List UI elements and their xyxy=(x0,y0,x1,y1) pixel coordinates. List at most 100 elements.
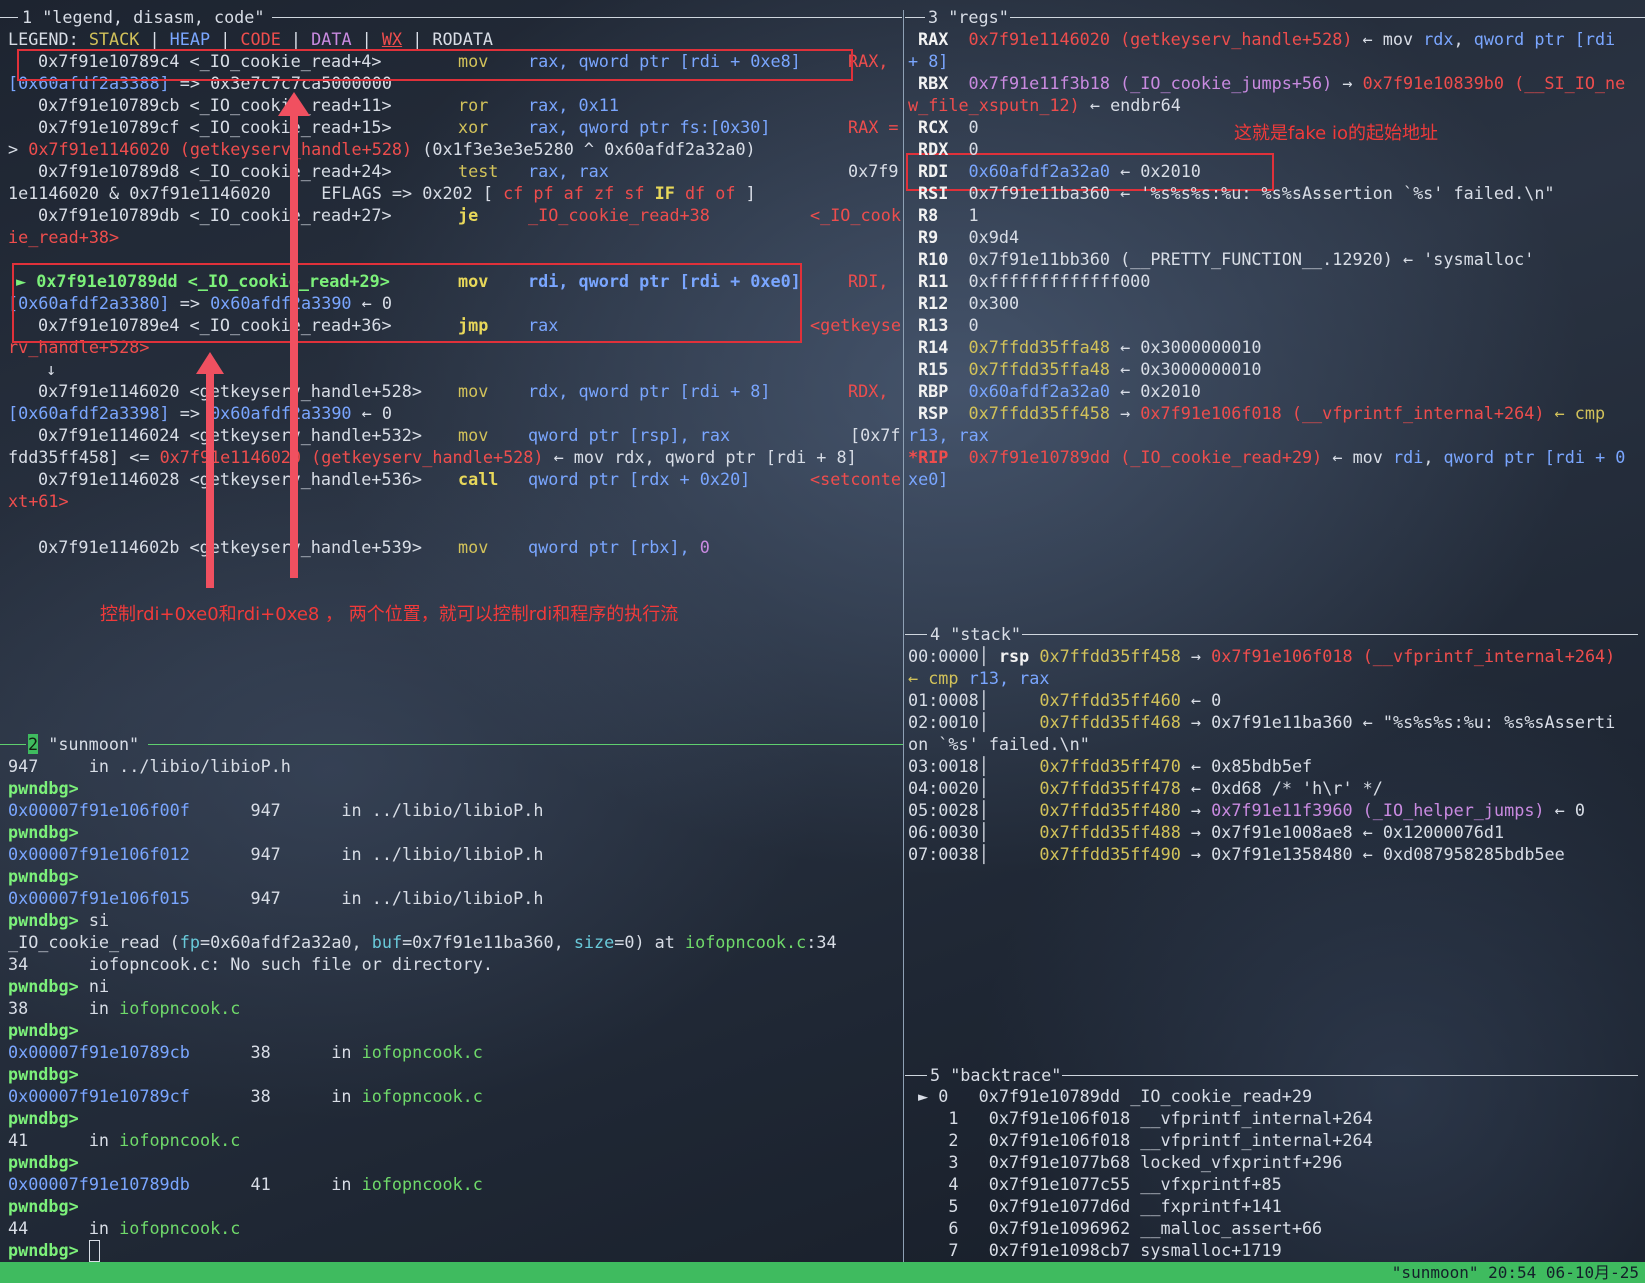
prompt: pwndbg> xyxy=(8,822,79,842)
address: 0x00007f91e10789cb xyxy=(8,1042,190,1062)
reg-value: 1 xyxy=(968,205,979,225)
address: 0x00007f91e10789cf xyxy=(8,1086,190,1106)
instr-tail: RAX = xyxy=(848,116,899,138)
disasm-line[interactable]: 0x7f91e1146024 <getkeyserv_handle+532> xyxy=(38,424,422,446)
frame-index: 0 xyxy=(938,1086,949,1106)
stack-row[interactable]: 05:0028│ 0x7ffdd35ff480 → 0x7f91e11f3960… xyxy=(908,799,1585,821)
reg-value: 0x7f91e11bb360 (__PRETTY_FUNCTION__.1292… xyxy=(968,249,1393,269)
stack-row[interactable]: 01:0008│ 0x7ffdd35ff460 ← 0 xyxy=(908,689,1221,711)
in-text: 41 in xyxy=(8,1130,120,1150)
source-file: iofopncook.c xyxy=(361,1174,483,1194)
reg-name: R11 xyxy=(918,271,949,291)
instr-symbol: <getkeyserv_handle+536> xyxy=(179,469,422,489)
reg-deref: 0x7f91e10839b0 (__SI_IO_ne xyxy=(1362,73,1626,93)
reg-row-rsi[interactable]: RSI 0x7f91e11ba360 ← '%s%s%s:%u: %s%sAss… xyxy=(918,182,1555,204)
stack-value: 0x7f91e11f3960 (_IO_helper_jumps) xyxy=(1211,800,1545,820)
instr-opcode: xor xyxy=(458,116,488,138)
stack-row[interactable]: 04:0020│ 0x7ffdd35ff478 ← 0xd68 /* 'h\r'… xyxy=(908,777,1383,799)
command: ni xyxy=(78,976,110,996)
prompt: pwndbg> xyxy=(8,1240,79,1260)
instr-tail: RAX, xyxy=(848,50,888,72)
disasm-line[interactable]: 0x7f91e10789cb <_IO_cookie_read+11> xyxy=(38,94,392,116)
disasm-line[interactable]: 0x7f91e10789db <_IO_cookie_read+27> xyxy=(38,204,392,226)
arg-name: fp xyxy=(179,932,200,952)
reg-row-r8[interactable]: R8 1 xyxy=(918,204,979,226)
arg-value: =0) at xyxy=(614,932,685,952)
stack-cont: r13 xyxy=(968,668,999,688)
reg-cont: w_file_xsputn_12) xyxy=(908,95,1080,115)
legend-data: DATA xyxy=(311,29,352,49)
stack-row[interactable]: 06:0030│ 0x7ffdd35ff488 → 0x7f91e1008ae8… xyxy=(908,821,1504,843)
disasm-line[interactable]: 0x7f91e1146020 <getkeyserv_handle+528> xyxy=(38,380,422,402)
deref-instr: ← mov rdx, qword ptr [rdi + 8] xyxy=(543,447,857,467)
pane-title-stack[interactable]: 4 "stack" xyxy=(930,623,1021,645)
prompt: pwndbg> xyxy=(8,1108,79,1128)
reg-row-r14[interactable]: R14 0x7ffdd35ffa48 ← 0x3000000010 xyxy=(918,336,1262,358)
backtrace-frame[interactable]: 5 0x7f91e1077d6d __fxprintf+141 xyxy=(918,1195,1281,1217)
stack-row[interactable]: 02:0010│ 0x7ffdd35ff468 → 0x7f91e11ba360… xyxy=(908,711,1615,733)
reg-name: RDX xyxy=(918,139,949,159)
backtrace-frame[interactable]: 4 0x7f91e1077c55 __vfxprintf+85 xyxy=(918,1173,1281,1195)
backtrace-frame[interactable]: 1 0x7f91e106f018 __vfprintf_internal+264 xyxy=(918,1107,1372,1129)
pane-title-disasm[interactable]: 1 "legend, disasm, code" xyxy=(22,6,264,28)
frame-index: 6 xyxy=(948,1218,959,1238)
reg-row-r9[interactable]: R9 0x9d4 xyxy=(918,226,1019,248)
reg-row-rdi[interactable]: RDI 0x60afdf2a32a0 ← 0x2010 xyxy=(918,160,1201,182)
reg-deref: ← mov xyxy=(1322,447,1393,467)
pane-title-backtrace[interactable]: 5 "backtrace" xyxy=(930,1064,1061,1086)
prompt: pwndbg> xyxy=(8,1152,79,1172)
reg-cont: xe0] xyxy=(908,469,949,489)
stack-arrow: → xyxy=(1180,712,1212,732)
frame-index: 5 xyxy=(948,1196,959,1216)
pane-title-console[interactable]: 2 "sunmoon" xyxy=(28,733,139,755)
frame-address: 0x7f91e1098cb7 xyxy=(988,1240,1131,1260)
console-line: 0x00007f91e10789db 41 in iofopncook.c xyxy=(8,1173,483,1195)
frame-address: 0x7f91e10789dd xyxy=(978,1086,1121,1106)
stack-row[interactable]: 03:0018│ 0x7ffdd35ff470 ← 0x85bdb5ef xyxy=(908,755,1312,777)
backtrace-frame[interactable]: 6 0x7f91e1096962 __malloc_assert+66 xyxy=(918,1217,1322,1239)
reg-row-rax[interactable]: RAX 0x7f91e1146020 (getkeyserv_handle+52… xyxy=(918,28,1615,50)
reg-row-rbx[interactable]: RBX 0x7f91e11f3b18 (_IO_cookie_jumps+56)… xyxy=(918,72,1625,94)
console-input-line[interactable]: pwndbg> xyxy=(8,1239,100,1262)
legend-sep: | xyxy=(210,29,241,49)
reg-row-rip[interactable]: *RIP 0x7f91e10789dd (_IO_cookie_read+29)… xyxy=(908,446,1625,468)
backtrace-frame[interactable]: ► 0 0x7f91e10789dd _IO_cookie_read+29 xyxy=(918,1085,1312,1107)
reg-row-rsp[interactable]: RSP 0x7ffdd35ff458 → 0x7f91e106f018 (__v… xyxy=(918,402,1605,424)
reg-row-r11[interactable]: R11 0xfffffffffffff000 xyxy=(918,270,1150,292)
pane1-rule xyxy=(272,17,902,18)
text-cursor[interactable] xyxy=(88,1240,100,1262)
reg-row-r10[interactable]: R10 0x7f91e11bb360 (__PRETTY_FUNCTION__.… xyxy=(918,248,1534,270)
disasm-line[interactable]: 0x7f91e1146028 <getkeyserv_handle+536> xyxy=(38,468,422,490)
legend-wx: WX xyxy=(381,29,403,49)
frame-symbol: sysmalloc+1719 xyxy=(1140,1240,1282,1260)
backtrace-frame[interactable]: 2 0x7f91e106f018 __vfprintf_internal+264 xyxy=(918,1129,1372,1151)
reg-row-rbp[interactable]: RBP 0x60afdf2a32a0 ← 0x2010 xyxy=(918,380,1201,402)
disasm-line[interactable]: 0x7f91e114602b <getkeyserv_handle+539> xyxy=(38,536,422,558)
pane-title-regs[interactable]: 3 "regs" xyxy=(928,6,1009,28)
stack-arrow: ← xyxy=(1180,778,1212,798)
reg-row-rcx[interactable]: RCX 0 xyxy=(918,116,979,138)
stack-row[interactable]: 00:0000│ rsp 0x7ffdd35ff458 → 0x7f91e106… xyxy=(908,645,1615,667)
reg-row-r13[interactable]: R13 0 xyxy=(918,314,979,336)
args: _IO_cookie_read+38 xyxy=(528,205,710,225)
reg-value: 0x7f91e11f3b18 (_IO_cookie_jumps+56) xyxy=(968,73,1333,93)
code-ref: 0x7f91e1146020 (getkeyserv_handle+528) xyxy=(28,139,413,159)
reg-cont: ← endbr64 xyxy=(1079,95,1181,115)
reg-row-r15[interactable]: R15 0x7ffdd35ffa48 ← 0x3000000010 xyxy=(918,358,1262,380)
reg-value: 0 xyxy=(968,315,979,335)
flags-clear: df of xyxy=(674,183,736,203)
backtrace-frame[interactable]: 3 0x7f91e1077b68 locked_vfxprintf+296 xyxy=(918,1151,1342,1173)
reg-deref: , xyxy=(1453,29,1474,49)
flags-end: ] xyxy=(735,183,756,203)
console-line: 0x00007f91e106f012 947 in ../libio/libio… xyxy=(8,843,543,865)
disasm-line[interactable]: 0x7f91e10789d8 <_IO_cookie_read+24> xyxy=(38,160,392,182)
disasm-line[interactable]: 0x7f91e10789cf <_IO_cookie_read+15> xyxy=(38,116,392,138)
pane5-rule xyxy=(1062,1075,1638,1076)
instr-tail: [0x7f xyxy=(850,424,901,446)
reg-row-rdx[interactable]: RDX 0 xyxy=(918,138,979,160)
backtrace-frame[interactable]: 7 0x7f91e1098cb7 sysmalloc+1719 xyxy=(918,1239,1282,1261)
stack-row[interactable]: 07:0038│ 0x7ffdd35ff490 → 0x7f91e1358480… xyxy=(908,843,1565,865)
reg-row-r12[interactable]: R12 0x300 xyxy=(918,292,1019,314)
frame-address: 0x7f91e1077d6d xyxy=(988,1196,1131,1216)
cont: > xyxy=(8,139,29,159)
